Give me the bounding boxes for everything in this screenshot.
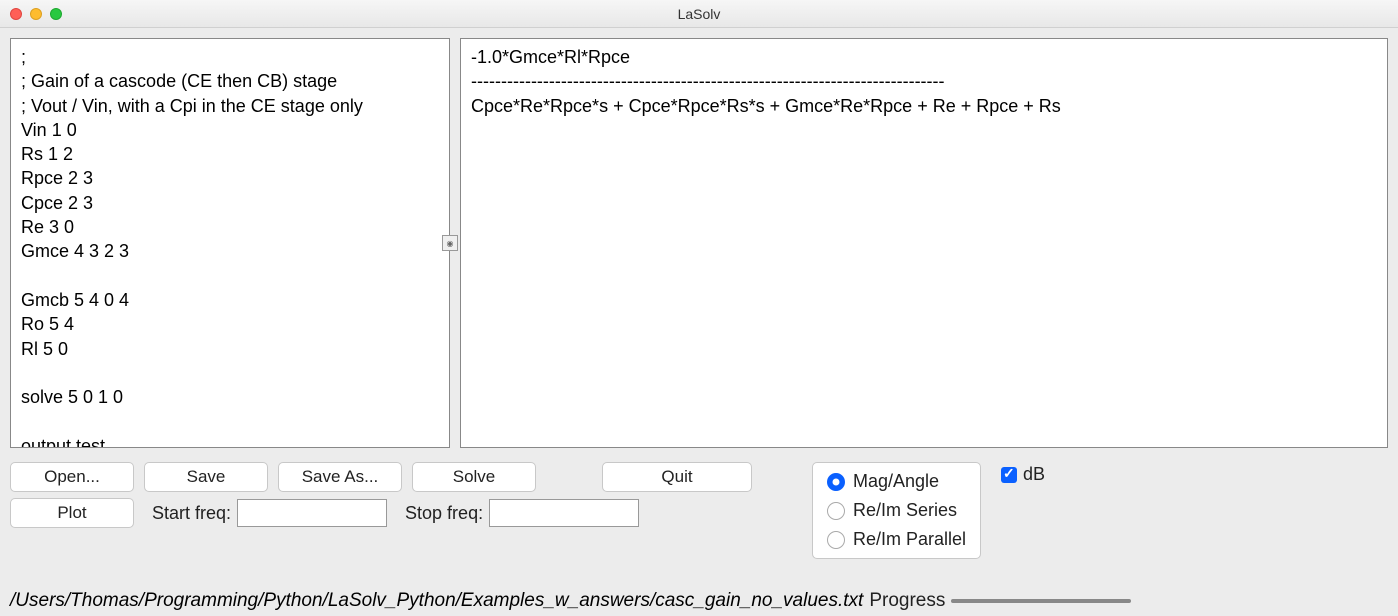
first-button-row: Open... Save Save As... Solve Quit xyxy=(10,462,752,492)
maximize-window-button[interactable] xyxy=(50,8,62,20)
controls: Open... Save Save As... Solve Quit Plot … xyxy=(0,458,1398,559)
save-as-button[interactable]: Save As... xyxy=(278,462,402,492)
radio-reim-parallel[interactable]: Re/Im Parallel xyxy=(827,529,966,550)
db-checkbox-label: dB xyxy=(1023,464,1045,485)
output-wrapper: -1.0*Gmce*Rl*Rpce ----------------------… xyxy=(460,38,1388,448)
radio-circle-icon xyxy=(827,473,845,491)
statusbar: /Users/Thomas/Programming/Python/LaSolv_… xyxy=(10,590,1388,612)
source-editor[interactable]: ; ; Gain of a cascode (CE then CB) stage… xyxy=(10,38,450,448)
db-checkbox-group[interactable]: dB xyxy=(1001,464,1045,485)
save-button[interactable]: Save xyxy=(144,462,268,492)
traffic-lights xyxy=(10,8,62,20)
filepath-label: /Users/Thomas/Programming/Python/LaSolv_… xyxy=(10,590,863,612)
stop-freq-group: Stop freq: xyxy=(405,499,639,527)
main-content: ; ; Gain of a cascode (CE then CB) stage… xyxy=(0,28,1398,458)
pane-resize-handle[interactable]: ◉ xyxy=(442,235,458,251)
window-title: LaSolv xyxy=(678,6,721,22)
minimize-window-button[interactable] xyxy=(30,8,42,20)
radio-mag-angle-label: Mag/Angle xyxy=(853,471,939,492)
radio-circle-icon xyxy=(827,502,845,520)
db-checkbox[interactable] xyxy=(1001,467,1017,483)
open-button[interactable]: Open... xyxy=(10,462,134,492)
radio-reim-series-label: Re/Im Series xyxy=(853,500,957,521)
titlebar: LaSolv xyxy=(0,0,1398,28)
radio-reim-series[interactable]: Re/Im Series xyxy=(827,500,966,521)
progress-label: Progress xyxy=(869,590,945,612)
plot-button[interactable]: Plot xyxy=(10,498,134,528)
editor-wrapper: ; ; Gain of a cascode (CE then CB) stage… xyxy=(10,38,450,448)
solve-button[interactable]: Solve xyxy=(412,462,536,492)
start-freq-group: Start freq: xyxy=(152,499,387,527)
quit-button[interactable]: Quit xyxy=(602,462,752,492)
stop-freq-label: Stop freq: xyxy=(405,503,483,524)
start-freq-label: Start freq: xyxy=(152,503,231,524)
left-button-column: Open... Save Save As... Solve Quit Plot … xyxy=(10,462,752,528)
start-freq-input[interactable] xyxy=(237,499,387,527)
output-pane[interactable]: -1.0*Gmce*Rl*Rpce ----------------------… xyxy=(460,38,1388,448)
right-side-controls: Mag/Angle Re/Im Series Re/Im Parallel dB xyxy=(762,462,1045,559)
close-window-button[interactable] xyxy=(10,8,22,20)
progress-bar xyxy=(951,599,1131,603)
second-button-row: Plot Start freq: Stop freq: xyxy=(10,498,752,528)
stop-freq-input[interactable] xyxy=(489,499,639,527)
radio-mag-angle[interactable]: Mag/Angle xyxy=(827,471,966,492)
radio-circle-icon xyxy=(827,531,845,549)
radio-reim-parallel-label: Re/Im Parallel xyxy=(853,529,966,550)
plot-mode-radio-panel: Mag/Angle Re/Im Series Re/Im Parallel xyxy=(812,462,981,559)
